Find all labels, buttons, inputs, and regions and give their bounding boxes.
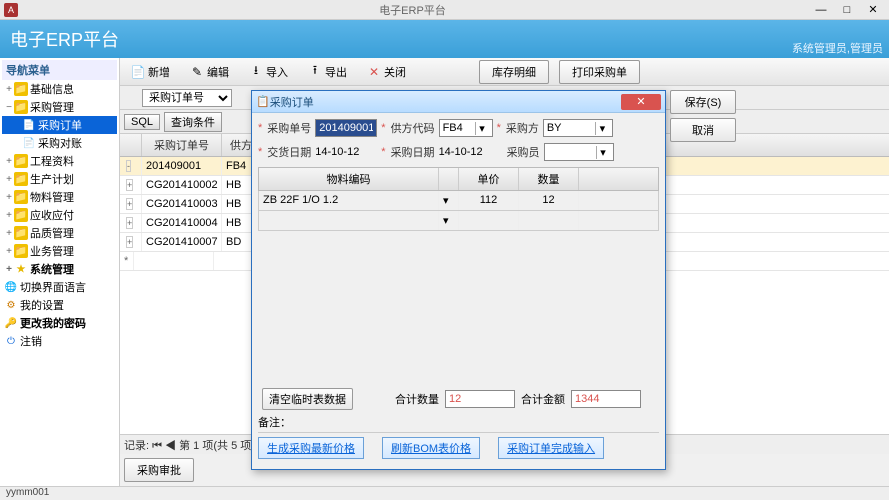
sidebar-header: 导航菜单 — [2, 60, 117, 80]
sidebar-item-settings[interactable]: ⚙我的设置 — [2, 296, 117, 314]
sidebar-item-basic-info[interactable]: +📁基础信息 — [2, 80, 117, 98]
sum-amt-label: 合计金额 — [521, 391, 565, 407]
row-expand-icon[interactable]: + — [126, 236, 133, 248]
close-button[interactable]: ✕关闭 — [360, 61, 413, 83]
complete-input-button[interactable]: 采购订单完成输入 — [498, 437, 604, 459]
refresh-bom-button[interactable]: 刷新BOM表价格 — [382, 437, 480, 459]
chevron-down-icon[interactable]: ▾ — [439, 191, 459, 210]
save-button[interactable]: 保存(S) — [670, 90, 736, 114]
order-no-label: 采购单号 — [267, 120, 311, 136]
row-expand-icon[interactable]: - — [126, 160, 131, 172]
deliv-date-value: 14-10-12 — [315, 146, 377, 158]
sidebar-item-production-plan[interactable]: +📁生产计划 — [2, 170, 117, 188]
import-icon: ⭳ — [249, 65, 263, 79]
col-qty[interactable]: 数量 — [519, 168, 579, 190]
import-button[interactable]: ⭳导入 — [242, 61, 295, 83]
dialog-close-button[interactable]: ✕ — [621, 94, 661, 110]
chevron-down-icon[interactable]: ▾ — [475, 122, 489, 135]
order-date-label: 采购日期 — [391, 144, 435, 160]
export-button[interactable]: ⭱导出 — [301, 61, 354, 83]
sum-qty-input[interactable] — [445, 390, 515, 408]
edit-icon: ✎ — [190, 65, 204, 79]
sidebar-item-quality[interactable]: +📁品质管理 — [2, 224, 117, 242]
sup-code-label: 供方代码 — [391, 120, 435, 136]
new-icon: 📄 — [131, 65, 145, 79]
sidebar-item-ar-ap[interactable]: +📁应收应付 — [2, 206, 117, 224]
purchase-order-dialog: 📋 采购订单 ✕ *采购单号 *供方代码 FB4▾ *采购方 BY▾ *交货日期… — [251, 90, 666, 470]
sum-qty-label: 合计数量 — [395, 391, 439, 407]
sum-amt-input[interactable] — [571, 390, 641, 408]
filter-field-select[interactable]: 采购订单号 — [142, 89, 232, 107]
dialog-title: 采购订单 — [270, 94, 621, 110]
close-icon: ✕ — [367, 65, 381, 79]
sidebar-item-purchase-order[interactable]: 📄采购订单 — [2, 116, 117, 134]
chevron-down-icon[interactable]: ▾ — [596, 146, 610, 159]
sidebar-item-business[interactable]: +📁业务管理 — [2, 242, 117, 260]
order-no-input[interactable] — [315, 119, 377, 137]
note-label: 备注： — [258, 414, 291, 430]
stock-detail-button[interactable]: 库存明细 — [479, 60, 549, 84]
window-maximize[interactable]: □ — [835, 3, 859, 17]
header-user-info: 系统管理员,管理员 — [792, 40, 883, 56]
sup-code-select[interactable]: FB4▾ — [439, 119, 493, 137]
query-cond-button[interactable]: 查询条件 — [164, 112, 222, 132]
cancel-button[interactable]: 取消 — [670, 118, 736, 142]
dialog-side-buttons: 保存(S) 取消 — [666, 90, 740, 146]
item-row-blank[interactable]: ▾ — [258, 211, 659, 231]
sidebar-item-language[interactable]: 🌐切换界面语言 — [2, 278, 117, 296]
col-order-no[interactable]: 采购订单号 — [142, 134, 222, 156]
dialog-titlebar: 📋 采购订单 ✕ — [252, 91, 665, 113]
item-row[interactable]: ZB 22F 1/O 1.2 ▾ 112 12 — [258, 191, 659, 211]
chevron-down-icon[interactable]: ▾ — [439, 211, 459, 230]
item-grid-header: 物料编码 单价 数量 — [258, 167, 659, 191]
col-price[interactable]: 单价 — [459, 168, 519, 190]
sidebar-item-change-password[interactable]: 🔑更改我的密码 — [2, 314, 117, 332]
approve-button[interactable]: 采购审批 — [124, 458, 194, 482]
export-icon: ⭱ — [308, 65, 322, 79]
row-expand-icon[interactable]: + — [126, 217, 133, 229]
chevron-down-icon[interactable]: ▾ — [595, 122, 609, 135]
window-title: 电子ERP平台 — [18, 2, 807, 18]
row-expand-icon[interactable]: + — [126, 198, 133, 210]
sidebar-item-logout[interactable]: ⏻注销 — [2, 332, 117, 350]
row-expand-icon[interactable]: + — [126, 179, 133, 191]
sidebar-item-engineering[interactable]: +📁工程资料 — [2, 152, 117, 170]
status-bar: yymm001 — [0, 486, 889, 500]
sidebar: 导航菜单 +📁基础信息 −📁采购管理 📄采购订单 📄采购对账 +📁工程资料 +📁… — [0, 58, 120, 486]
app-icon: A — [4, 3, 18, 17]
window-minimize[interactable]: — — [809, 3, 833, 17]
buyer-label: 采购员 — [507, 144, 540, 160]
window-close[interactable]: ✕ — [861, 3, 885, 17]
toolbar: 📄新增 ✎编辑 ⭳导入 ⭱导出 ✕关闭 库存明细 打印采购单 — [120, 58, 889, 86]
deliv-date-label: 交货日期 — [267, 144, 311, 160]
app-title: 电子ERP平台 — [10, 26, 119, 52]
clear-temp-button[interactable]: 清空临时表数据 — [262, 388, 353, 410]
order-date-value: 14-10-12 — [439, 146, 491, 158]
sql-button[interactable]: SQL — [124, 114, 160, 130]
gen-price-button[interactable]: 生成采购最新价格 — [258, 437, 364, 459]
new-button[interactable]: 📄新增 — [124, 61, 177, 83]
col-material-code[interactable]: 物料编码 — [259, 168, 439, 190]
new-row-icon: * — [120, 252, 134, 270]
sidebar-item-material-mgmt[interactable]: +📁物料管理 — [2, 188, 117, 206]
buyer-side-select[interactable]: BY▾ — [543, 119, 613, 137]
print-po-button[interactable]: 打印采购单 — [559, 60, 640, 84]
window-titlebar: A 电子ERP平台 — □ ✕ — [0, 0, 889, 20]
buyer-select[interactable]: ▾ — [544, 143, 614, 161]
form-icon: 📋 — [256, 95, 270, 108]
sidebar-item-purchase-mgmt[interactable]: −📁采购管理 — [2, 98, 117, 116]
sidebar-item-purchase-recon[interactable]: 📄采购对账 — [2, 134, 117, 152]
edit-button[interactable]: ✎编辑 — [183, 61, 236, 83]
app-header: 电子ERP平台 系统管理员,管理员 — [0, 20, 889, 58]
sidebar-item-system-mgmt[interactable]: +★系统管理 — [2, 260, 117, 278]
buyer-side-label: 采购方 — [506, 120, 539, 136]
